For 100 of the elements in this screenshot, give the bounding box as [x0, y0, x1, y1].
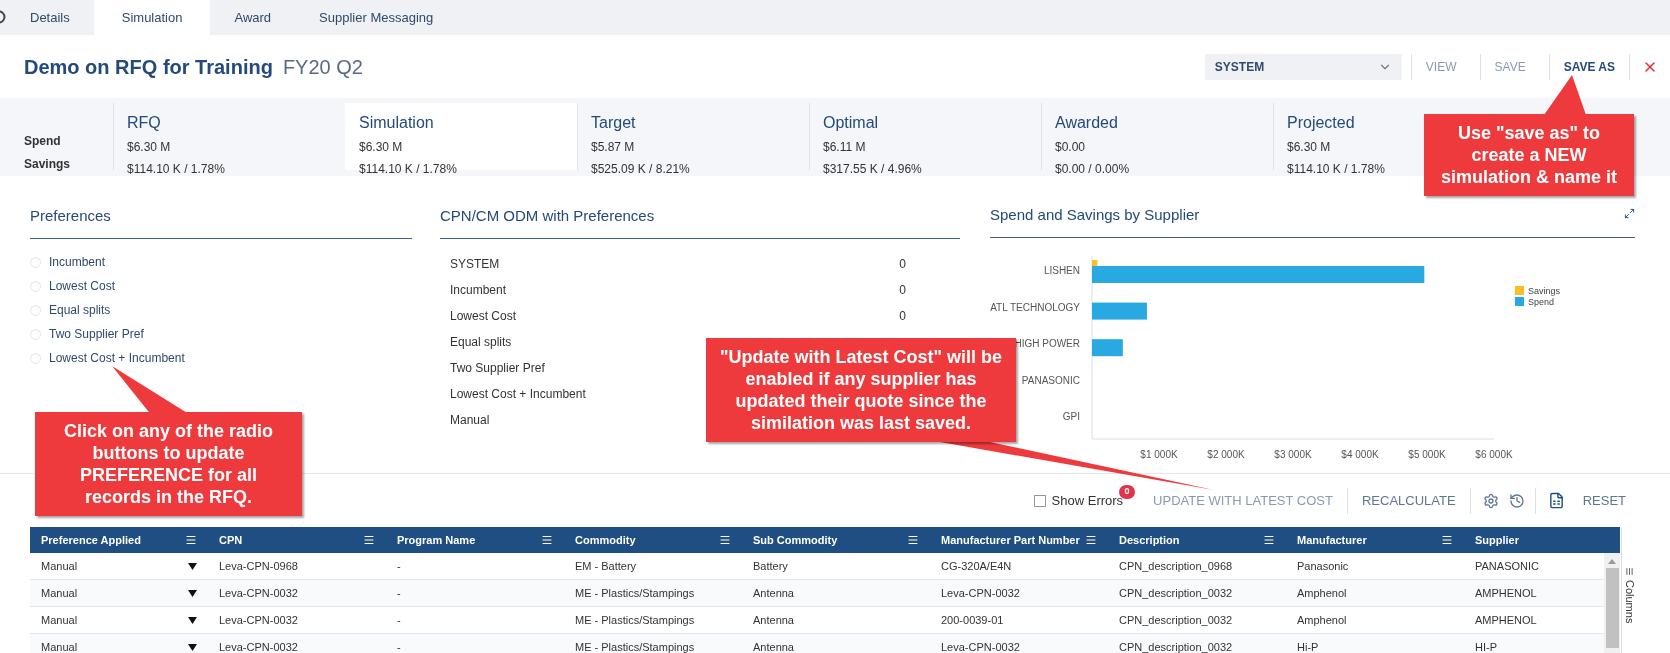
tick-label: $6 000K [1475, 448, 1513, 460]
table-cell-text: CPN_description_0968 [1119, 558, 1233, 574]
radio-label: Lowest Cost [49, 278, 116, 295]
table-cell-text: Manual [41, 639, 78, 653]
card-title: RFQ [127, 113, 162, 133]
table-cell-text: Antenna [753, 612, 794, 628]
preference-label: Lowest Cost [450, 308, 517, 325]
menu-icon[interactable] [541, 534, 553, 546]
row-label: Spend [24, 133, 62, 150]
column-header[interactable]: Sub Commodity [753, 531, 838, 549]
spend-value: $6.30 M [127, 139, 172, 156]
caret-icon[interactable] [188, 616, 197, 624]
table-cell-text: - [397, 639, 401, 653]
preference-label: Two Supplier Pref [450, 360, 545, 377]
caret-icon[interactable] [188, 643, 197, 651]
columns-icon[interactable] [1625, 567, 1634, 576]
tab[interactable]: Supplier Messaging [295, 0, 458, 35]
scrollbar[interactable] [1604, 553, 1620, 653]
preference-label: SYSTEM [450, 256, 500, 273]
reset-button[interactable]: RESET [1582, 490, 1626, 511]
radio-label: Lowest Cost + Incumbent [49, 350, 185, 367]
spend-value: $5.87 M [591, 139, 636, 156]
history-icon[interactable] [1508, 492, 1525, 509]
menu-icon[interactable] [185, 534, 197, 546]
settings-icon[interactable] [1482, 492, 1499, 509]
table-cell-text: Antenna [753, 639, 794, 653]
table-cell-text: Panasonic [1297, 558, 1349, 574]
preference-label: Equal splits [450, 334, 512, 351]
header-button[interactable]: SAVE AS [1549, 57, 1629, 76]
panel-title: Spend and Savings by Supplier [990, 205, 1200, 225]
table-cell-text: EM - Battery [575, 558, 637, 574]
card-title: Simulation [359, 113, 435, 133]
column-header[interactable]: Supplier [1475, 531, 1519, 549]
table-cell-text: 200-0039-01 [941, 612, 1004, 628]
column-header[interactable]: Manufacturer [1297, 531, 1367, 549]
tab[interactable]: Award [210, 0, 296, 35]
card-title: Optimal [823, 113, 880, 133]
page-subtitle: FY20 Q2 [282, 54, 363, 80]
axis-label: PANASONIC [1021, 374, 1080, 386]
menu-icon[interactable] [363, 534, 375, 546]
preference-label: Manual [450, 412, 490, 429]
menu-icon[interactable] [719, 534, 731, 546]
menu-icon[interactable] [907, 534, 919, 546]
caret-icon[interactable] [188, 562, 197, 570]
menu-icon[interactable] [1085, 534, 1097, 546]
count-value: 0 [899, 308, 906, 325]
tick-label: $4 000K [1341, 448, 1379, 460]
table-cell-text: Leva-CPN-0968 [219, 558, 298, 574]
column-header[interactable]: CPN [219, 531, 243, 549]
axis-label: LISHEN [1043, 264, 1080, 276]
legend-label: Spend [1528, 296, 1555, 307]
view-select[interactable]: SYSTEM [1204, 53, 1402, 80]
axis-label: GPI [1062, 410, 1080, 422]
columns-tab[interactable]: Columns [1621, 580, 1638, 624]
table-cell-text: Leva-CPN-0032 [941, 639, 1020, 653]
menu-icon[interactable] [1263, 534, 1275, 546]
expand-icon[interactable] [1624, 208, 1635, 219]
table-cell-text: HI-P [1475, 639, 1497, 653]
page-title: Demo on RFQ for Training [24, 54, 273, 80]
table-cell-text: Antenna [753, 585, 794, 601]
caret-icon[interactable] [188, 589, 197, 597]
spreadsheet-icon[interactable] [1547, 492, 1565, 509]
panel-title: CPN/CM ODM with Preferences [440, 207, 655, 224]
tab[interactable]: Simulation [93, 0, 211, 35]
table-cell-text: Hi-P [1297, 639, 1319, 653]
checkbox[interactable] [1033, 494, 1046, 507]
column-header[interactable]: Program Name [397, 531, 476, 549]
table-cell-text: Leva-CPN-0032 [219, 639, 298, 653]
callout-pointer [1544, 75, 1586, 115]
toolbar-button[interactable]: RECALCULATE [1347, 490, 1470, 511]
card-title: Target [591, 113, 637, 133]
radio-label: Equal splits [49, 302, 111, 319]
table-cell-text: PANASONIC [1475, 558, 1539, 574]
spend-value: $6.30 M [359, 139, 404, 156]
table-cell-text: CPN_description_0032 [1119, 585, 1233, 601]
tick-label: $1 000K [1140, 448, 1178, 460]
menu-icon[interactable] [1441, 534, 1453, 546]
table-cell-text: CPN_description_0032 [1119, 639, 1233, 653]
column-header[interactable]: Commodity [575, 531, 636, 549]
bar [1092, 302, 1147, 320]
axis-label: ATL TECHNOLOGY [990, 301, 1080, 313]
panel-title: Preferences [30, 207, 111, 224]
table-cell-text: ME - Plastics/Stampings [575, 612, 695, 628]
radio-label: Two Supplier Pref [49, 326, 144, 343]
row-label: Savings [24, 156, 72, 173]
table-cell-text: ME - Plastics/Stampings [575, 585, 695, 601]
table-cell-text: Manual [41, 585, 78, 601]
tick-label: $3 000K [1274, 448, 1312, 460]
table-cell-text: AMPHENOL [1475, 612, 1537, 628]
table-cell-text: Leva-CPN-0032 [941, 585, 1020, 601]
spend-value: $6.30 M [1287, 139, 1332, 156]
table-cell-text: AMPHENOL [1475, 585, 1537, 601]
column-header[interactable]: Manufacturer Part Number [941, 531, 1080, 549]
bar [1092, 338, 1123, 356]
column-header[interactable]: Description [1119, 531, 1180, 549]
column-header[interactable]: Preference Applied [41, 531, 141, 549]
table-cell-text: Leva-CPN-0032 [219, 612, 298, 628]
tab[interactable]: Details [6, 0, 94, 35]
table-cell-text: - [397, 612, 401, 628]
tick-label: $5 000K [1408, 448, 1446, 460]
